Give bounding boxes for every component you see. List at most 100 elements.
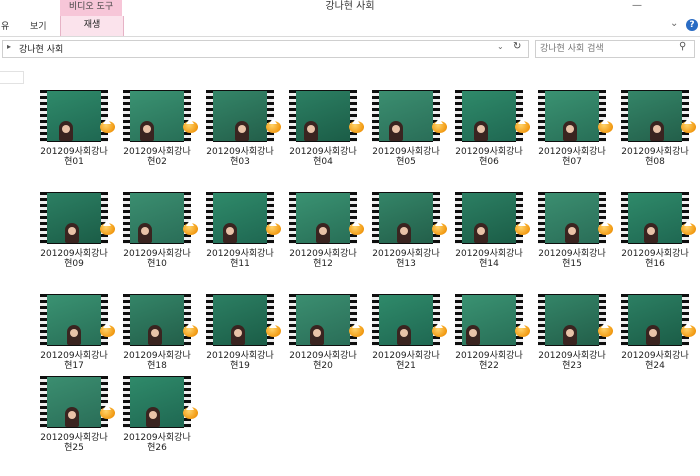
file-name-line1: 201209사회강나 [206,351,274,361]
file-item[interactable]: 201209사회강나 현13 [358,163,447,269]
vlc-cone-icon [681,118,696,133]
file-item[interactable]: 201209사회강나 현11 [192,163,281,269]
file-item[interactable]: 201209사회강나 현15 [524,163,613,269]
file-item[interactable]: 201209사회강나 현10 [109,163,198,269]
file-item[interactable]: 201209사회강나 현08 [607,61,696,167]
file-item[interactable]: 201209사회강나 현19 [192,265,281,371]
teacher-figure [644,223,658,243]
file-item[interactable]: 201209사회강나 현03 [192,61,281,167]
file-item[interactable]: 201209사회강나 현02 [109,61,198,167]
file-item[interactable]: 201209사회강나 현04 [275,61,364,167]
address-bar[interactable]: ▸ 강나현 사회 ⌄ ↻ [2,40,529,58]
video-film-strip-icon [372,192,440,244]
help-icon[interactable]: ? [686,19,698,31]
teacher-figure [389,121,403,141]
file-item[interactable]: 201209사회강나 현01 [26,61,115,167]
video-film-strip-icon [289,192,357,244]
video-film-strip-icon [455,90,523,142]
file-item[interactable]: 201209사회강나 현16 [607,163,696,269]
video-film-strip-icon [123,376,191,428]
file-name-line1: 201209사회강나 [40,249,108,259]
file-name-line1: 201209사회강나 [372,147,440,157]
file-name-line2: 현22 [479,361,499,371]
file-item[interactable]: 201209사회강나 현14 [441,163,530,269]
video-film-strip-icon [206,294,274,346]
ribbon-tabs: 유 보기 재생 ⌄ ? [0,16,700,37]
teacher-figure [474,121,488,141]
teacher-figure [316,223,330,243]
file-name-line2: 현21 [396,361,416,371]
file-item[interactable]: 201209사회강나 현18 [109,265,198,371]
file-item[interactable]: 201209사회강나 현22 [441,265,530,371]
tab-play[interactable]: 재생 [60,16,124,36]
teacher-figure [466,325,480,345]
vlc-cone-icon [681,220,696,235]
file-name: 201209사회강나 현23 [524,351,620,371]
file-name-line1: 201209사회강나 [289,249,357,259]
search-input[interactable] [540,42,670,55]
minimize-button[interactable]: — [632,0,642,14]
file-name-line1: 201209사회강나 [372,249,440,259]
title-bar: 비디오 도구 강나현 사회 — [0,0,700,16]
file-name-line1: 201209사회강나 [621,249,689,259]
video-film-strip-icon [40,90,108,142]
teacher-figure [65,407,79,427]
file-name-line1: 201209사회강나 [538,147,606,157]
teacher-figure [67,325,81,345]
chevron-right-icon: ▸ [7,42,12,51]
file-item[interactable]: 201209사회강나 현09 [26,163,115,269]
tab-play-label: 재생 [83,20,101,30]
breadcrumb[interactable]: 강나현 사회 [19,42,63,55]
file-item[interactable]: 201209사회강나 현20 [275,265,364,371]
file-name: 201209사회강나 현22 [441,351,537,371]
vlc-cone-icon [681,322,696,337]
tab-view[interactable]: 보기 [30,19,47,32]
navigation-pane[interactable] [0,61,26,476]
file-name-line1: 201209사회강나 [123,433,191,443]
video-film-strip-icon [206,192,274,244]
file-name-line2: 현24 [645,361,665,371]
teacher-figure [235,121,249,141]
navigation-pane-item[interactable] [0,71,24,84]
file-name-line1: 201209사회강나 [455,147,523,157]
file-item[interactable]: 201209사회강나 현23 [524,265,613,371]
teacher-figure [146,407,160,427]
file-name: 201209사회강나 현26 [109,433,205,453]
ribbon-expand-icon[interactable]: ⌄ [670,18,678,29]
search-box[interactable]: ⚲ [535,40,695,58]
file-name: 201209사회강나 현20 [275,351,371,371]
file-name-line2: 현26 [147,443,167,453]
teacher-figure [148,325,162,345]
teacher-figure [397,325,411,345]
file-name-line1: 201209사회강나 [123,249,191,259]
file-name-line1: 201209사회강나 [538,351,606,361]
file-item[interactable]: 201209사회강나 현26 [109,347,198,453]
file-grid: 201209사회강나 현01 201209사회강나 현02 201209사회강나 현03 2… [26,61,700,476]
file-item[interactable]: 201209사회강나 현06 [441,61,530,167]
teacher-figure [140,121,154,141]
video-film-strip-icon [40,294,108,346]
teacher-figure [138,223,152,243]
file-item[interactable]: 201209사회강나 현24 [607,265,696,371]
tab-share[interactable]: 유 [1,19,9,32]
file-item[interactable]: 201209사회강나 현05 [358,61,447,167]
file-name-line2: 현20 [313,361,333,371]
teacher-figure [563,121,577,141]
file-item[interactable]: 201209사회강나 현25 [26,347,115,453]
video-film-strip-icon [538,90,606,142]
file-item[interactable]: 201209사회강나 현07 [524,61,613,167]
refresh-icon[interactable]: ↻ [513,41,521,52]
file-name-line2: 현19 [230,361,250,371]
file-name: 201209사회강나 현24 [607,351,700,371]
search-icon[interactable]: ⚲ [679,41,686,52]
teacher-figure [397,223,411,243]
file-item[interactable]: 201209사회강나 현21 [358,265,447,371]
teacher-figure [650,121,664,141]
file-item[interactable]: 201209사회강나 현17 [26,265,115,371]
file-item[interactable]: 201209사회강나 현12 [275,163,364,269]
video-film-strip-icon [289,294,357,346]
chevron-down-icon[interactable]: ⌄ [497,42,504,51]
video-film-strip-icon [123,90,191,142]
file-name-line1: 201209사회강나 [289,351,357,361]
file-name-line1: 201209사회강나 [123,147,191,157]
